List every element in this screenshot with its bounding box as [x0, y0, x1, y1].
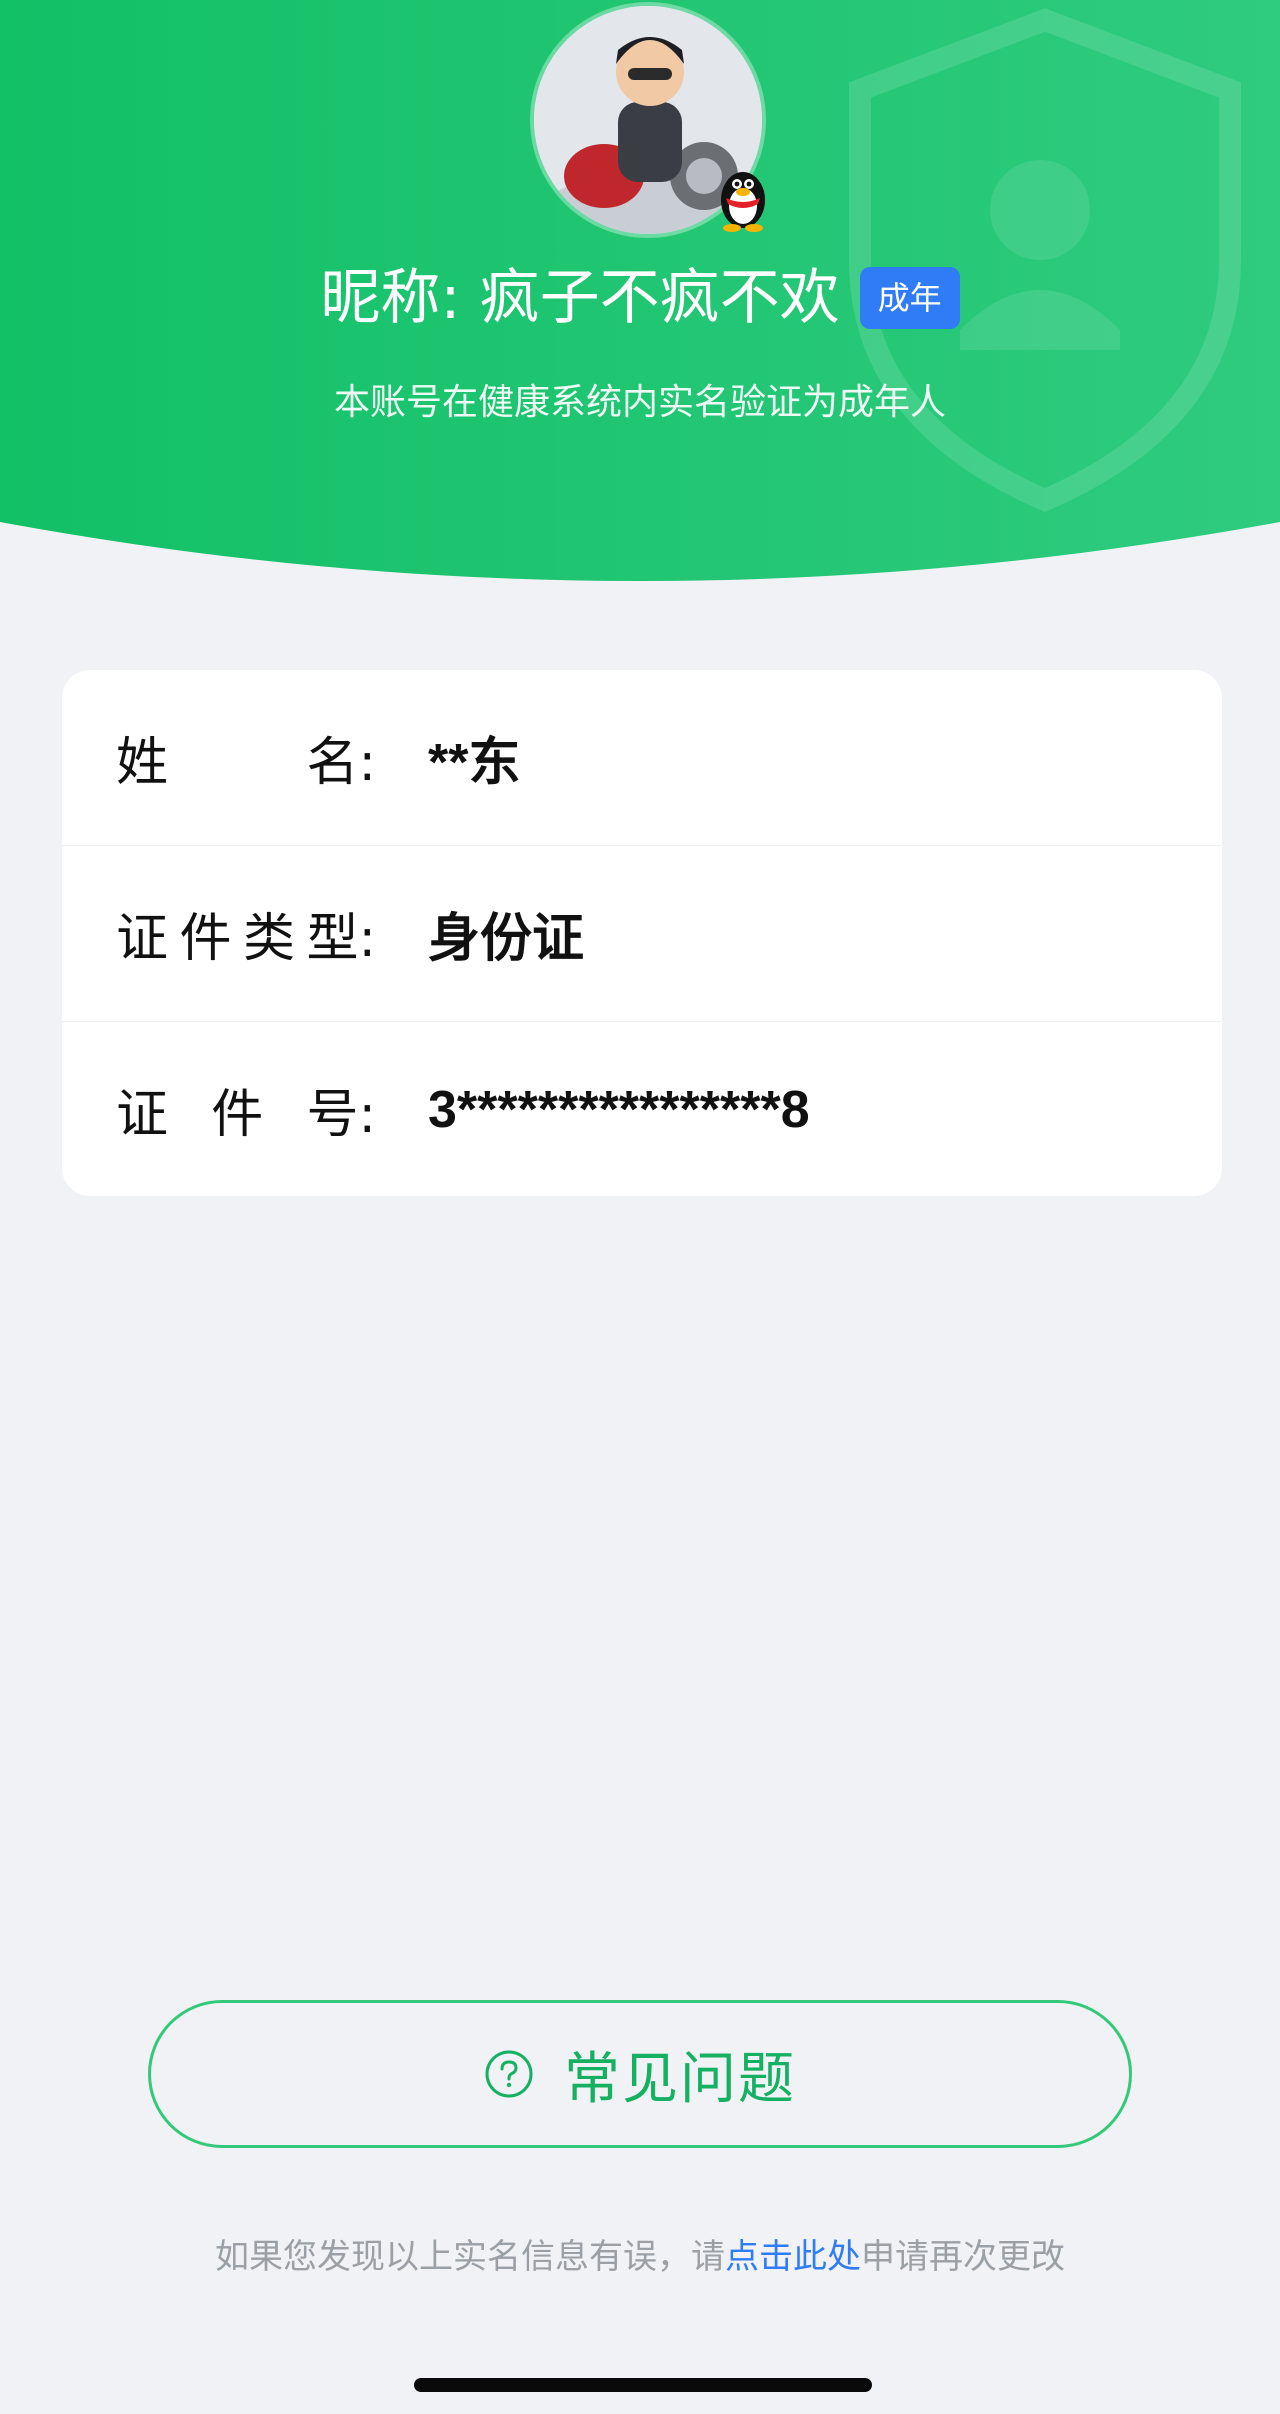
- question-circle-icon: [484, 2049, 534, 2099]
- id-type-value: 身份证: [428, 910, 585, 968]
- nickname: 昵称: 疯子不疯不欢: [320, 263, 840, 333]
- label-char: 件: [179, 909, 232, 969]
- footer-prefix: 如果您发现以上实名信息有误，请: [215, 2237, 725, 2277]
- footer-suffix: 申请再次更改: [861, 2237, 1065, 2277]
- nickname-row: 昵称: 疯子不疯不欢 成年: [0, 256, 1280, 340]
- faq-button[interactable]: 常见问题: [148, 2000, 1132, 2148]
- id-number-row: 证 件 号: 3****************8: [62, 1021, 1222, 1196]
- label-char: 名:: [306, 733, 376, 793]
- change-request-link[interactable]: 点击此处: [725, 2237, 861, 2277]
- label-char: 号:: [306, 1085, 376, 1145]
- label-char: 类: [242, 909, 295, 969]
- id-type-row: 证 件 类 型: 身份证: [62, 845, 1222, 1021]
- label-char: 件: [211, 1085, 264, 1145]
- label-char: 型:: [306, 909, 376, 969]
- name-row: 姓 名: **东: [62, 670, 1222, 845]
- qq-penguin-icon: [712, 160, 774, 232]
- identity-info-card: 姓 名: **东 证 件 类 型: 身份证 证 件 号: 3**********…: [62, 670, 1222, 1196]
- home-indicator[interactable]: [414, 2378, 872, 2392]
- label-char: 证: [116, 1085, 169, 1145]
- id-type-label: 证 件 类 型:: [116, 896, 428, 971]
- faq-label: 常见问题: [564, 2046, 796, 2112]
- label-char: 证: [116, 909, 169, 969]
- footer-note: 如果您发现以上实名信息有误，请点击此处申请再次更改: [0, 2232, 1280, 2282]
- verification-subtitle: 本账号在健康系统内实名验证为成年人: [333, 382, 946, 423]
- name-value: **东: [428, 734, 521, 792]
- id-number-value: 3****************8: [428, 1080, 810, 1139]
- name-label: 姓 名:: [116, 720, 428, 795]
- adult-status-badge: 成年: [859, 267, 960, 329]
- id-number-label: 证 件 号:: [116, 1072, 428, 1147]
- label-char: 姓: [116, 733, 169, 793]
